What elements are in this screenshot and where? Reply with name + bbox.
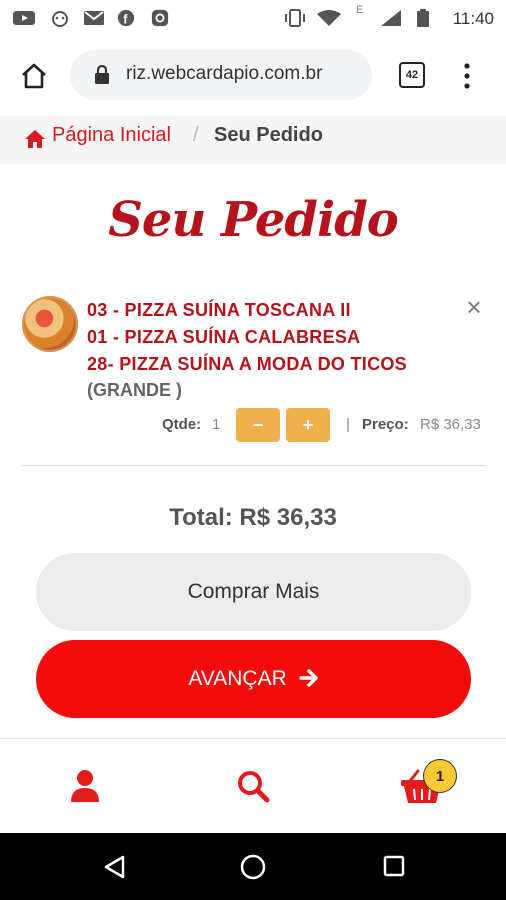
breadcrumb-home-link[interactable]: Página Inicial xyxy=(52,124,171,147)
tab-switcher-button[interactable]: 42 xyxy=(399,62,425,88)
quantity-value: 1 xyxy=(212,416,221,433)
facebook-icon: f xyxy=(117,9,135,26)
decrease-quantity-button[interactable]: − xyxy=(236,408,280,442)
android-nav-bar xyxy=(0,833,506,900)
battery-icon xyxy=(417,9,429,27)
advance-button[interactable]: AVANÇAR xyxy=(36,640,471,718)
cart-count-badge: 1 xyxy=(423,759,457,793)
gmail-icon xyxy=(84,11,104,25)
price-value: R$ 36,33 xyxy=(420,416,481,433)
bottom-nav: 1 xyxy=(0,738,506,834)
network-type-label: E xyxy=(356,4,364,16)
home-icon[interactable] xyxy=(20,62,48,90)
buy-more-label: Comprar Mais xyxy=(187,580,320,603)
clock: 11:40 xyxy=(452,9,494,28)
status-bar: f E 11:40 xyxy=(0,0,506,38)
item-flavor-line: 28- PIZZA SUÍNA A MODA DO TICOS xyxy=(87,354,407,374)
home-circle-icon[interactable] xyxy=(240,854,266,880)
buy-more-button[interactable]: Comprar Mais xyxy=(36,553,471,631)
increase-quantity-button[interactable]: + xyxy=(286,408,330,442)
divider xyxy=(22,465,486,466)
search-icon[interactable] xyxy=(236,769,270,803)
advance-label: AVANÇAR xyxy=(188,667,287,690)
item-flavor-line: 01 - PIZZA SUÍNA CALABRESA xyxy=(87,327,361,347)
recents-icon[interactable] xyxy=(383,855,405,877)
browser-toolbar: riz.webcardapio.com.br 42 xyxy=(0,38,506,117)
cat-icon xyxy=(52,11,68,27)
address-bar[interactable]: riz.webcardapio.com.br xyxy=(70,50,372,100)
vibrate-icon xyxy=(285,9,305,27)
breadcrumb: Página Inicial / Seu Pedido xyxy=(0,116,506,164)
url-text: riz.webcardapio.com.br xyxy=(126,63,323,84)
lock-icon xyxy=(95,65,109,84)
price-label: Preço: xyxy=(362,416,409,433)
signal-icon xyxy=(381,10,401,26)
page-title: Seu Pedido xyxy=(108,192,399,248)
item-size: (GRANDE ) xyxy=(87,380,182,400)
menu-dots-icon[interactable] xyxy=(462,62,472,90)
instagram-icon xyxy=(151,9,169,27)
breadcrumb-separator: / xyxy=(193,124,199,146)
order-total: Total: R$ 36,33 xyxy=(169,504,337,531)
quantity-label: Qtde: xyxy=(162,416,202,433)
breadcrumb-current: Seu Pedido xyxy=(214,124,323,146)
pizza-thumbnail xyxy=(22,296,78,352)
arrow-right-icon xyxy=(298,669,318,687)
back-icon[interactable] xyxy=(103,855,125,879)
user-icon[interactable] xyxy=(70,769,100,803)
item-flavor-line: 03 - PIZZA SUÍNA TOSCANA II xyxy=(87,300,351,320)
remove-item-icon[interactable]: × xyxy=(462,294,486,320)
price-separator: | xyxy=(346,416,350,433)
home-icon[interactable] xyxy=(24,129,46,149)
wifi-icon xyxy=(317,10,341,26)
youtube-icon xyxy=(13,11,35,25)
